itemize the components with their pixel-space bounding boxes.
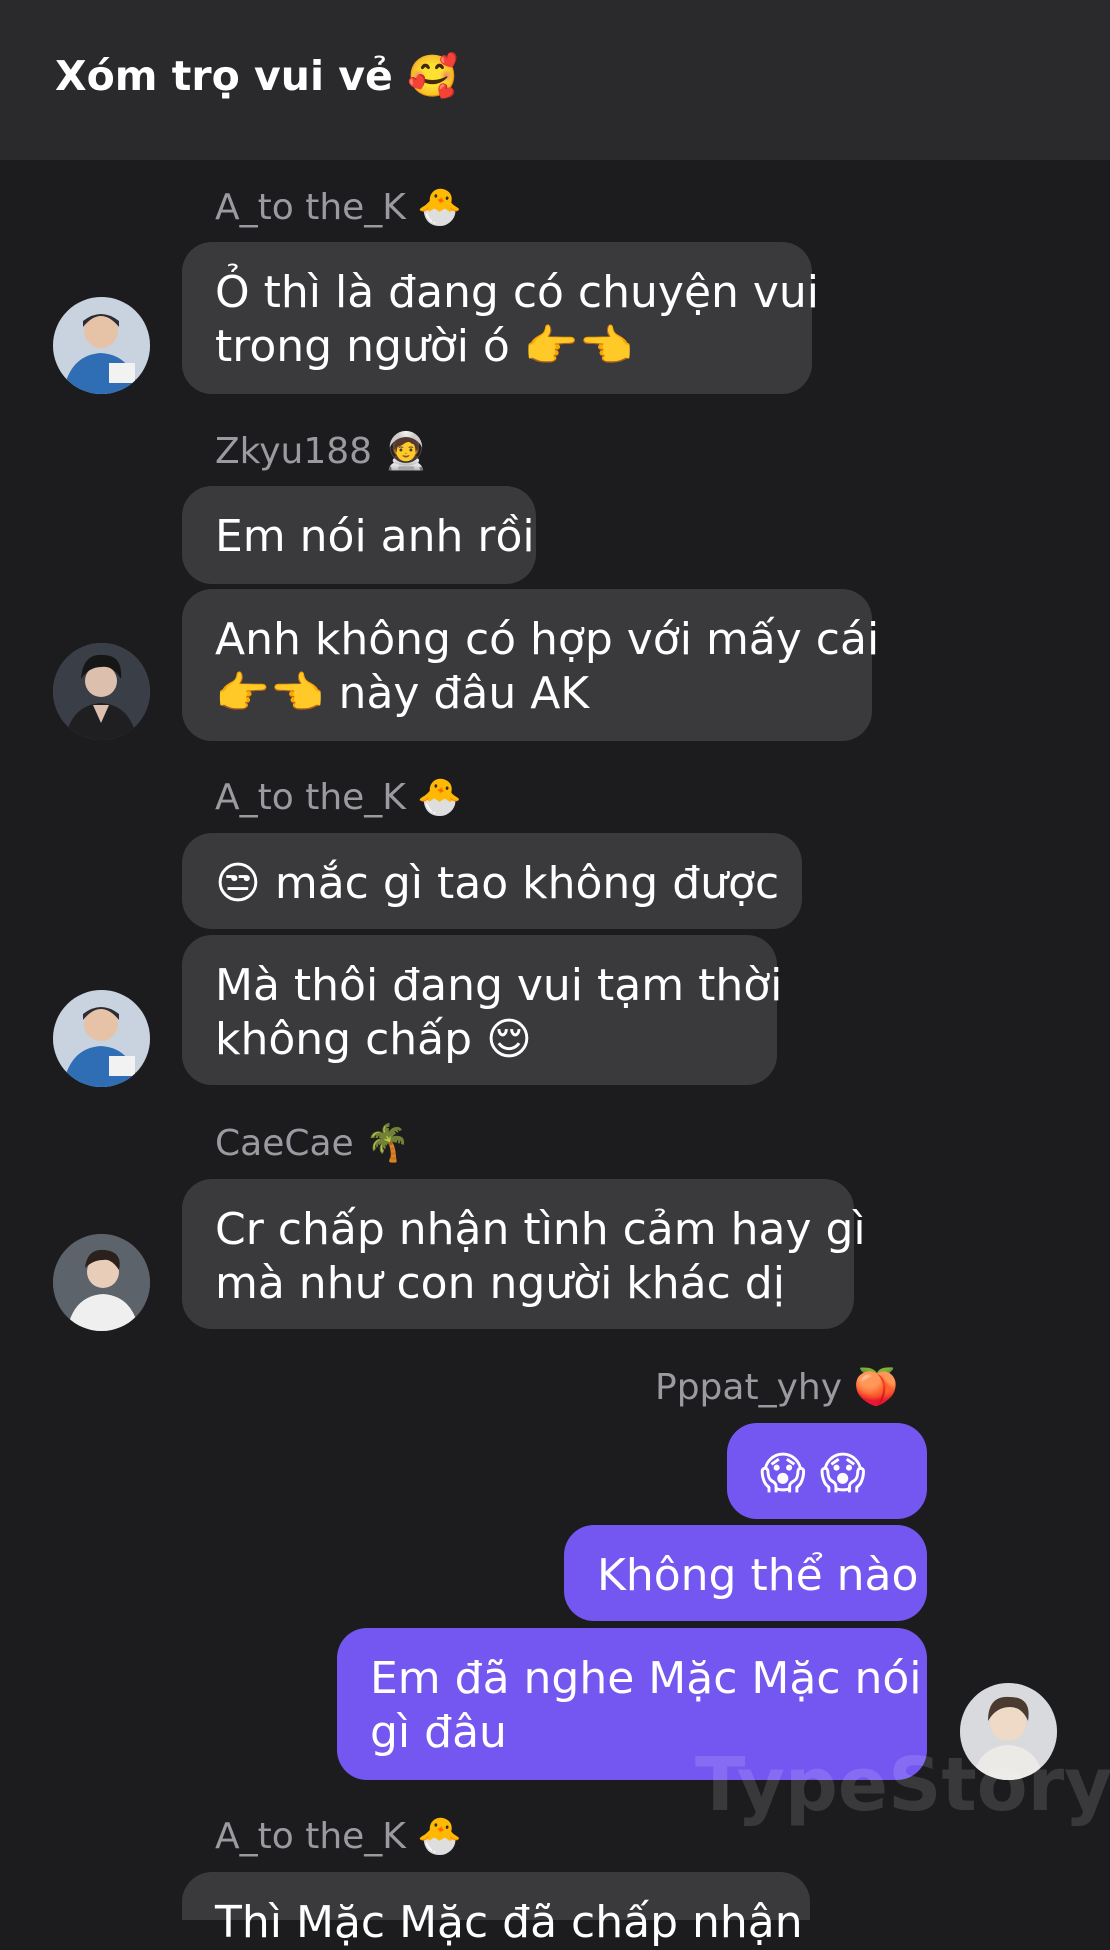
avatar-image: [53, 643, 150, 740]
sender-name: Pppat_yhy 🍑: [655, 1366, 898, 1408]
message-line: trong người ó 👉👈: [215, 321, 634, 372]
message-bubble[interactable]: Em nói anh rồi: [182, 486, 536, 584]
message-bubble[interactable]: Cr chấp nhận tình cảm hay gì mà như con …: [182, 1179, 866, 1329]
sender-name-text: Zkyu188: [215, 431, 373, 472]
message-line: 👉👈 này đâu AK: [215, 668, 590, 719]
sender-name-text: A_to the_K: [215, 187, 406, 228]
sender-name-text: CaeCae: [215, 1123, 354, 1164]
hatching-chick-emoji: 🐣: [417, 1816, 463, 1857]
peach-emoji: 🍑: [853, 1367, 899, 1408]
message-bubble[interactable]: Mà thôi đang vui tạm thời không chấp 😌: [182, 935, 783, 1085]
message-bubble[interactable]: Thì Mặc Mặc đã chấp nhận: [182, 1872, 810, 1948]
message-line: 😒 mắc gì tao không được: [215, 858, 780, 909]
avatar-image: [53, 1234, 150, 1331]
astronaut-emoji: 🧑‍🚀: [383, 431, 429, 472]
message-bubble-outgoing[interactable]: Không thể nào: [564, 1525, 927, 1621]
sender-name-text: A_to the_K: [215, 777, 406, 818]
message-line: Thì Mặc Mặc đã chấp nhận: [215, 1897, 803, 1948]
avatar[interactable]: [53, 643, 150, 740]
message-bubble[interactable]: 😒 mắc gì tao không được: [182, 833, 802, 929]
sender-name-text: A_to the_K: [215, 1816, 406, 1857]
hatching-chick-emoji: 🐣: [417, 187, 463, 228]
avatar[interactable]: [53, 990, 150, 1087]
message-bubble[interactable]: Ỏ thì là đang có chuyện vui trong người …: [182, 242, 820, 394]
sender-name-text: Pppat_yhy: [655, 1367, 843, 1408]
watermark: TypeStory: [695, 1742, 1110, 1828]
avatar-image: [53, 297, 150, 394]
message-line: Cr chấp nhận tình cảm hay gì: [215, 1204, 866, 1255]
chat-header: Xóm trọ vui vẻ 🥰: [0, 0, 1110, 160]
avatar[interactable]: [53, 1234, 150, 1331]
message-line: Em đã nghe Mặc Mặc nói: [370, 1653, 922, 1704]
message-bubble-outgoing[interactable]: 😱 😱: [727, 1423, 927, 1519]
chat-title-text: Xóm trọ vui vẻ: [55, 52, 393, 100]
message-line: không chấp 😌: [215, 1014, 532, 1065]
avatar[interactable]: [53, 297, 150, 394]
sender-name: A_to the_K 🐣: [215, 1815, 462, 1857]
message-line: Em nói anh rồi: [215, 511, 535, 562]
message-line: Mà thôi đang vui tạm thời: [215, 960, 783, 1011]
message-bubble[interactable]: Anh không có hợp với mấy cái 👉👈 này đâu …: [182, 589, 880, 741]
chat-title[interactable]: Xóm trọ vui vẻ 🥰: [55, 52, 458, 101]
sender-name: Zkyu188 🧑‍🚀: [215, 430, 428, 472]
message-line: mà như con người khác dị: [215, 1258, 785, 1309]
sender-name: A_to the_K 🐣: [215, 186, 462, 228]
palm-tree-emoji: 🌴: [365, 1123, 410, 1164]
sender-name: A_to the_K 🐣: [215, 776, 462, 818]
avatar-image: [53, 990, 150, 1087]
hatching-chick-emoji: 🐣: [417, 777, 463, 818]
message-line: Anh không có hợp với mấy cái: [215, 614, 880, 665]
message-line: Không thể nào: [597, 1550, 919, 1601]
message-line: Ỏ thì là đang có chuyện vui: [215, 267, 820, 318]
message-line: 😱 😱: [760, 1448, 866, 1499]
sender-name: CaeCae 🌴: [215, 1122, 410, 1164]
smiling-hearts-emoji: 🥰: [407, 52, 459, 100]
